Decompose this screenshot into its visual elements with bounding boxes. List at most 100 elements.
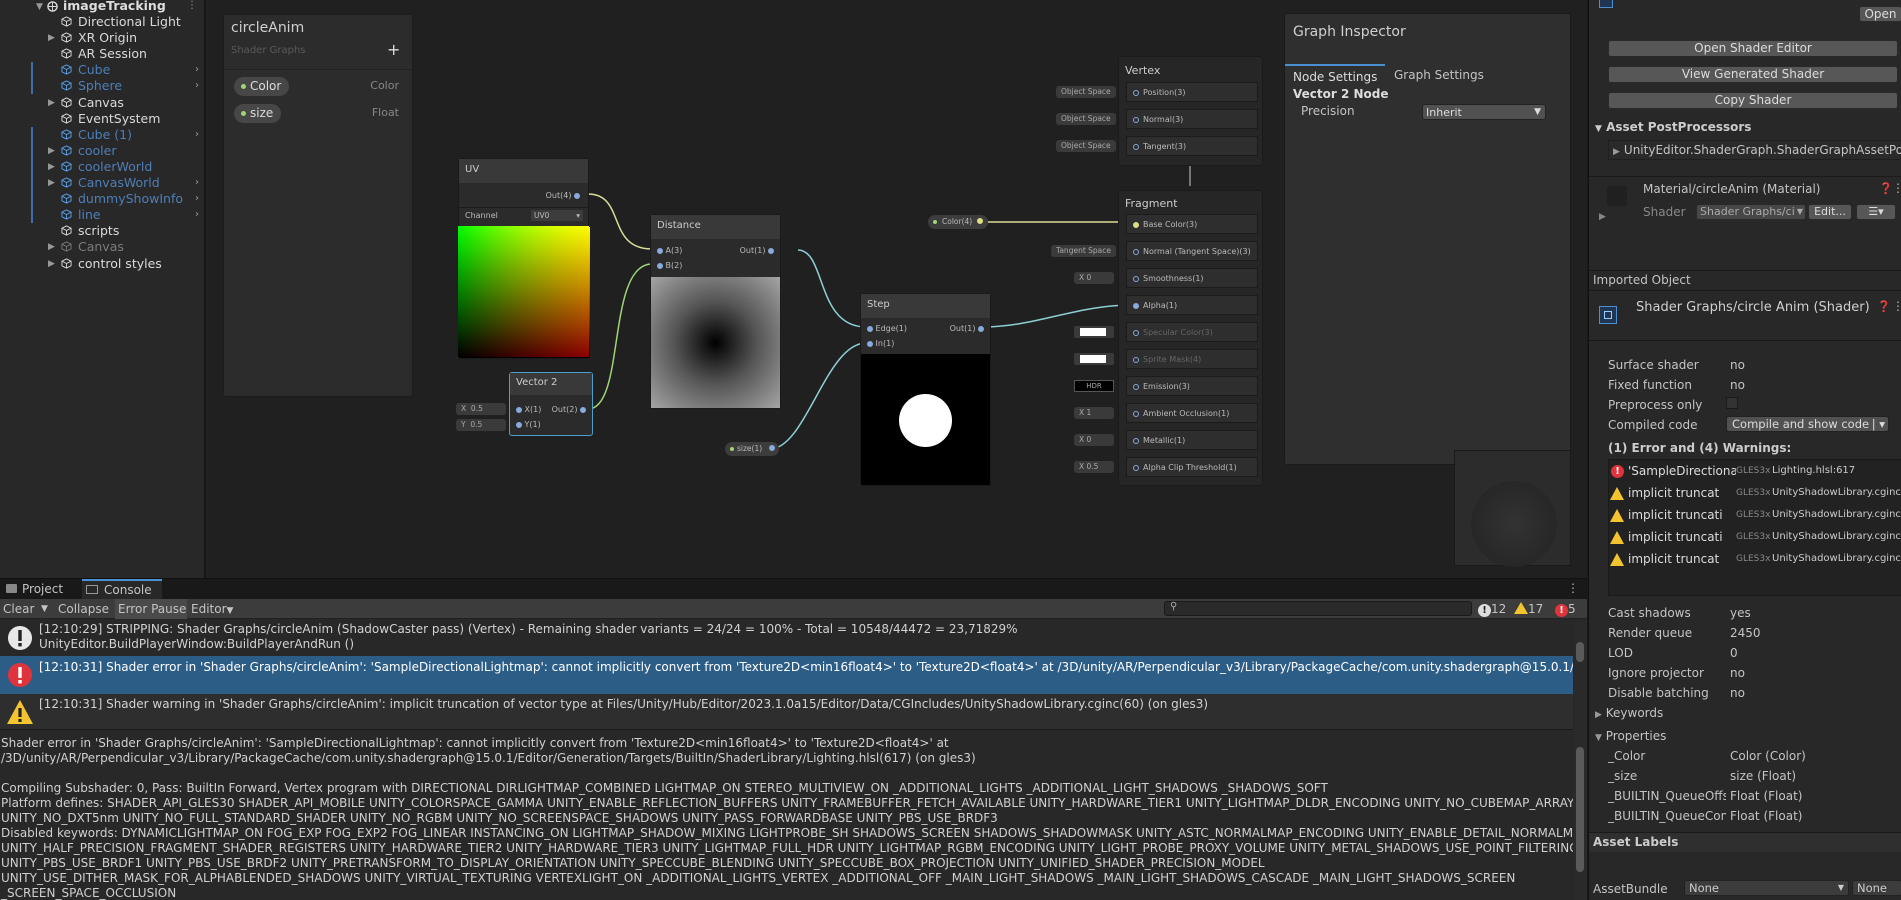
shader-issue-row[interactable]: implicit truncati GLES3x UnityShadowLibrar… xyxy=(1609,529,1901,547)
uv-out-port[interactable]: Out(4) xyxy=(546,191,580,200)
step-in-port[interactable]: In(1) xyxy=(867,339,894,348)
distance-out-port[interactable]: Out(1) xyxy=(740,246,774,255)
warning-count-toggle[interactable]: 17 xyxy=(1514,601,1543,617)
expand-arrow-icon[interactable]: ▶ xyxy=(48,256,55,272)
size-property-node[interactable]: size(1) xyxy=(725,442,779,456)
hierarchy-item[interactable]: ▶ CanvasWorld › xyxy=(0,175,204,191)
fragment-slot[interactable]: Ambient Occlusion(1) xyxy=(1126,403,1258,423)
hierarchy-item[interactable]: Cube › xyxy=(0,62,204,79)
asset-labels-header[interactable]: Asset Labels xyxy=(1589,832,1901,852)
hierarchy-item[interactable]: AR Session xyxy=(0,46,204,62)
distance-a-port[interactable]: A(3) xyxy=(657,246,682,255)
postprocessor-item[interactable]: ▶ UnityEditor.ShaderGraph.ShaderGraphAsse… xyxy=(1608,140,1901,160)
space-chip[interactable]: Object Space xyxy=(1056,86,1116,98)
tab-project[interactable]: Project xyxy=(0,579,64,599)
fragment-slot[interactable]: Alpha Clip Threshold(1) xyxy=(1126,457,1258,477)
chevron-right-icon[interactable]: › xyxy=(195,175,199,191)
expand-arrow-icon[interactable]: ▶ xyxy=(48,159,55,175)
tab-console[interactable]: Console xyxy=(82,579,162,599)
shader-issue-row[interactable]: implicit truncati GLES3x UnityShadowLibrar… xyxy=(1609,507,1901,525)
hierarchy-item[interactable]: scripts xyxy=(0,223,204,239)
info-count-toggle[interactable]: ! 12 xyxy=(1478,601,1506,617)
editor-dropdown[interactable]: Editor▼ xyxy=(191,599,239,619)
hierarchy-item[interactable]: line › xyxy=(0,207,204,224)
hierarchy-item[interactable]: dummyShowInfo › xyxy=(0,191,204,208)
slot-input-chip[interactable]: X 0 xyxy=(1074,272,1114,284)
list-options-button[interactable]: ☰▾ xyxy=(1856,204,1896,220)
hierarchy-item[interactable]: Directional Light xyxy=(0,14,204,30)
fragment-slot[interactable]: Sprite Mask(4) xyxy=(1126,349,1258,369)
distance-node[interactable]: Distance A(3) B(2) Out(1) xyxy=(650,214,781,409)
error-count-toggle[interactable]: ! 5 xyxy=(1555,601,1576,617)
channel-dropdown[interactable]: UV0 ▾ xyxy=(531,210,583,221)
hierarchy-item[interactable]: EventSystem xyxy=(0,111,204,127)
fragment-slot[interactable]: Alpha(1) xyxy=(1126,295,1258,315)
open-button[interactable]: Open xyxy=(1859,6,1901,22)
help-icon[interactable]: ❓ xyxy=(1879,182,1893,195)
collapse-button[interactable]: Collapse xyxy=(58,599,110,619)
console-message-info[interactable]: [12:10:29] STRIPPING: Shader Graphs/circ… xyxy=(0,620,1573,656)
hierarchy-item[interactable]: ▶ cooler xyxy=(0,142,204,159)
expand-arrow-icon[interactable]: ▶ xyxy=(1599,212,1606,222)
expand-arrow-icon[interactable]: ▶ xyxy=(48,239,55,255)
hierarchy-item[interactable]: ▶ XR Origin xyxy=(0,30,204,46)
fragment-slot[interactable]: Base Color(3) xyxy=(1126,214,1258,234)
shader-issue-row[interactable]: implicit truncat GLES3x UnityShadowLibrary… xyxy=(1609,551,1901,569)
assetbundle-dropdown[interactable]: None ▼ xyxy=(1684,880,1849,896)
edit-shader-button[interactable]: Edit... xyxy=(1808,204,1852,220)
space-chip[interactable]: Object Space xyxy=(1056,113,1116,125)
fragment-slot[interactable]: Smoothness(1) xyxy=(1126,268,1258,288)
color-field[interactable] xyxy=(1074,353,1114,365)
postprocessors-header[interactable]: ▼ Asset PostProcessors xyxy=(1595,120,1751,134)
step-out-port[interactable]: Out(1) xyxy=(950,324,984,333)
console-search-input[interactable]: ⚲ xyxy=(1164,601,1472,616)
fragment-slot[interactable]: Metallic(1) xyxy=(1126,430,1258,450)
precision-dropdown[interactable]: Inherit ▼ xyxy=(1422,104,1546,120)
hierarchy-root[interactable]: ▼ imageTracking ⋮ xyxy=(0,0,204,15)
slot-input-chip[interactable]: X 1 xyxy=(1074,407,1114,419)
variant-dropdown[interactable]: None xyxy=(1852,880,1901,896)
open-shader-editor-button[interactable]: Open Shader Editor xyxy=(1608,40,1898,57)
shader-issue-row[interactable]: implicit truncat GLES3x UnityShadowLibrary… xyxy=(1609,485,1901,503)
chevron-right-icon[interactable]: › xyxy=(195,62,199,78)
shader-dropdown[interactable]: Shader Graphs/ci ▼ xyxy=(1696,204,1806,220)
vector2-y-input[interactable]: Y 0.5 xyxy=(456,419,506,431)
vertex-slot[interactable]: Position(3) xyxy=(1126,82,1258,102)
more-menu-icon[interactable]: ⋮ xyxy=(1892,181,1901,195)
chevron-right-icon[interactable]: › xyxy=(195,127,199,143)
console-message-warning[interactable]: [12:10:31] Shader warning in 'Shader Gra… xyxy=(0,694,1573,729)
step-edge-port[interactable]: Edge(1) xyxy=(867,324,907,333)
hierarchy-item[interactable]: ▶ Canvas xyxy=(0,239,204,255)
color-property-node[interactable]: Color(4) xyxy=(928,215,988,229)
slot-input-chip[interactable]: X 0.5 xyxy=(1074,461,1114,473)
expand-arrow-icon[interactable]: ▶ xyxy=(48,95,55,111)
vertex-slot[interactable]: Tangent(3) xyxy=(1126,136,1258,156)
expand-arrow-icon[interactable]: ▶ xyxy=(48,143,55,159)
hierarchy-item[interactable]: ▶ Canvas xyxy=(0,95,204,111)
tab-node-settings[interactable]: Node Settings xyxy=(1285,64,1385,86)
color-field[interactable] xyxy=(1074,326,1114,338)
expand-arrow-icon[interactable]: ▶ xyxy=(48,30,55,46)
chevron-right-icon[interactable]: › xyxy=(195,207,199,223)
space-chip[interactable]: Object Space xyxy=(1056,140,1116,152)
hierarchy-item[interactable]: ▶ coolerWorld xyxy=(0,158,204,175)
copy-shader-button[interactable]: Copy Shader xyxy=(1608,92,1898,109)
vector2-out-port[interactable]: Out(2) xyxy=(552,405,586,414)
console-message-error[interactable]: [12:10:31] Shader error in 'Shader Graph… xyxy=(0,656,1573,694)
messages-scrollbar[interactable] xyxy=(1574,620,1587,729)
error-pause-button[interactable]: Error Pause xyxy=(115,599,187,619)
hierarchy-item[interactable]: Cube (1) › xyxy=(0,126,204,143)
more-menu-icon[interactable]: ⋮ xyxy=(1567,581,1579,595)
expand-arrow-icon[interactable]: ▼ xyxy=(36,0,43,15)
shader-issue-row[interactable]: ! 'SampleDirectionalLightmaGLES3xLighting… xyxy=(1609,463,1901,481)
view-generated-shader-button[interactable]: View Generated Shader xyxy=(1608,66,1898,83)
vector2-y-port[interactable]: Y(1) xyxy=(516,420,541,429)
hierarchy-item[interactable]: Sphere › xyxy=(0,78,204,95)
slot-input-chip[interactable]: Tangent Space xyxy=(1051,245,1116,257)
step-node[interactable]: Step Edge(1) In(1) Out(1) xyxy=(860,293,991,486)
clear-button[interactable]: Clear ▼ xyxy=(3,599,51,619)
shader-graph-canvas[interactable]: circleAnim Shader Graphs + Color Color s… xyxy=(206,0,1587,578)
chevron-right-icon[interactable]: › xyxy=(195,191,199,207)
fragment-slot[interactable]: Specular Color(3) xyxy=(1126,322,1258,342)
distance-b-port[interactable]: B(2) xyxy=(657,261,682,270)
